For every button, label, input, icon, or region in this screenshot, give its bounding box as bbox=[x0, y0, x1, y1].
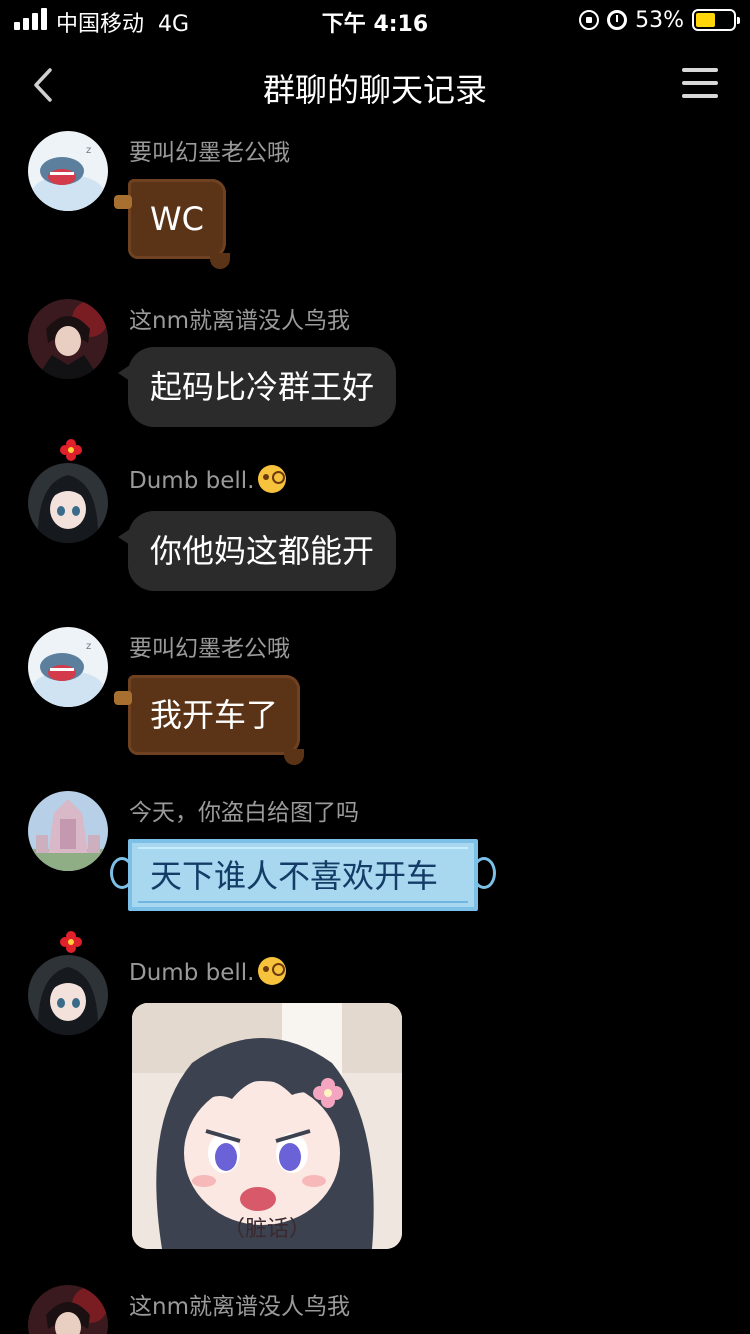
message-text: 天下谁人不喜欢开车 bbox=[150, 857, 439, 895]
avatar[interactable]: z bbox=[28, 131, 108, 211]
message-bubble[interactable]: 起码比冷群王好 bbox=[117, 347, 397, 427]
flower-badge-icon bbox=[60, 439, 82, 461]
avatar[interactable] bbox=[28, 955, 108, 1035]
sticker-caption: （脏话） bbox=[222, 1217, 311, 1242]
sender-name: 要叫幻墨老公哦 bbox=[129, 140, 290, 166]
battery-icon bbox=[692, 9, 740, 31]
page-title: 群聊的聊天记录 bbox=[262, 71, 487, 109]
sender-name: 要叫幻墨老公哦 bbox=[129, 636, 290, 662]
avatar[interactable] bbox=[28, 463, 108, 543]
sender-name: Dumb bell. bbox=[129, 957, 287, 986]
message-bubble[interactable]: WC bbox=[114, 179, 230, 269]
svg-text:z: z bbox=[86, 145, 91, 156]
message-bubble[interactable]: 我开车了 bbox=[113, 675, 305, 765]
monocle-face-icon bbox=[258, 465, 287, 493]
sender-name: 这nm就离谱没人鸟我 bbox=[129, 1294, 350, 1320]
svg-text:z: z bbox=[86, 641, 91, 652]
flower-badge-icon bbox=[60, 931, 82, 953]
sticker-image[interactable]: （脏话） bbox=[132, 1003, 402, 1249]
monocle-face-icon bbox=[258, 957, 287, 985]
battery-percent: 53% bbox=[635, 7, 684, 33]
alarm-icon bbox=[607, 10, 628, 30]
nav-bar: 群聊的聊天记录 bbox=[0, 50, 750, 120]
sender-name: 这nm就离谱没人鸟我 bbox=[129, 308, 350, 334]
avatar[interactable]: z bbox=[28, 627, 108, 707]
hamburger-menu-icon[interactable] bbox=[682, 68, 718, 98]
status-bar: 中国移动 4G 下午 4:16 53% bbox=[0, 0, 750, 40]
sender-name: 今天，你盗白给图了吗 bbox=[129, 800, 359, 826]
avatar[interactable] bbox=[28, 1285, 108, 1334]
avatar[interactable] bbox=[28, 791, 108, 871]
status-indicators: 53% bbox=[579, 6, 740, 34]
avatar[interactable] bbox=[28, 299, 108, 379]
sender-name: Dumb bell. bbox=[129, 465, 287, 494]
message-bubble[interactable]: 你他妈这都能开 bbox=[117, 511, 397, 591]
orientation-lock-icon bbox=[579, 10, 600, 30]
